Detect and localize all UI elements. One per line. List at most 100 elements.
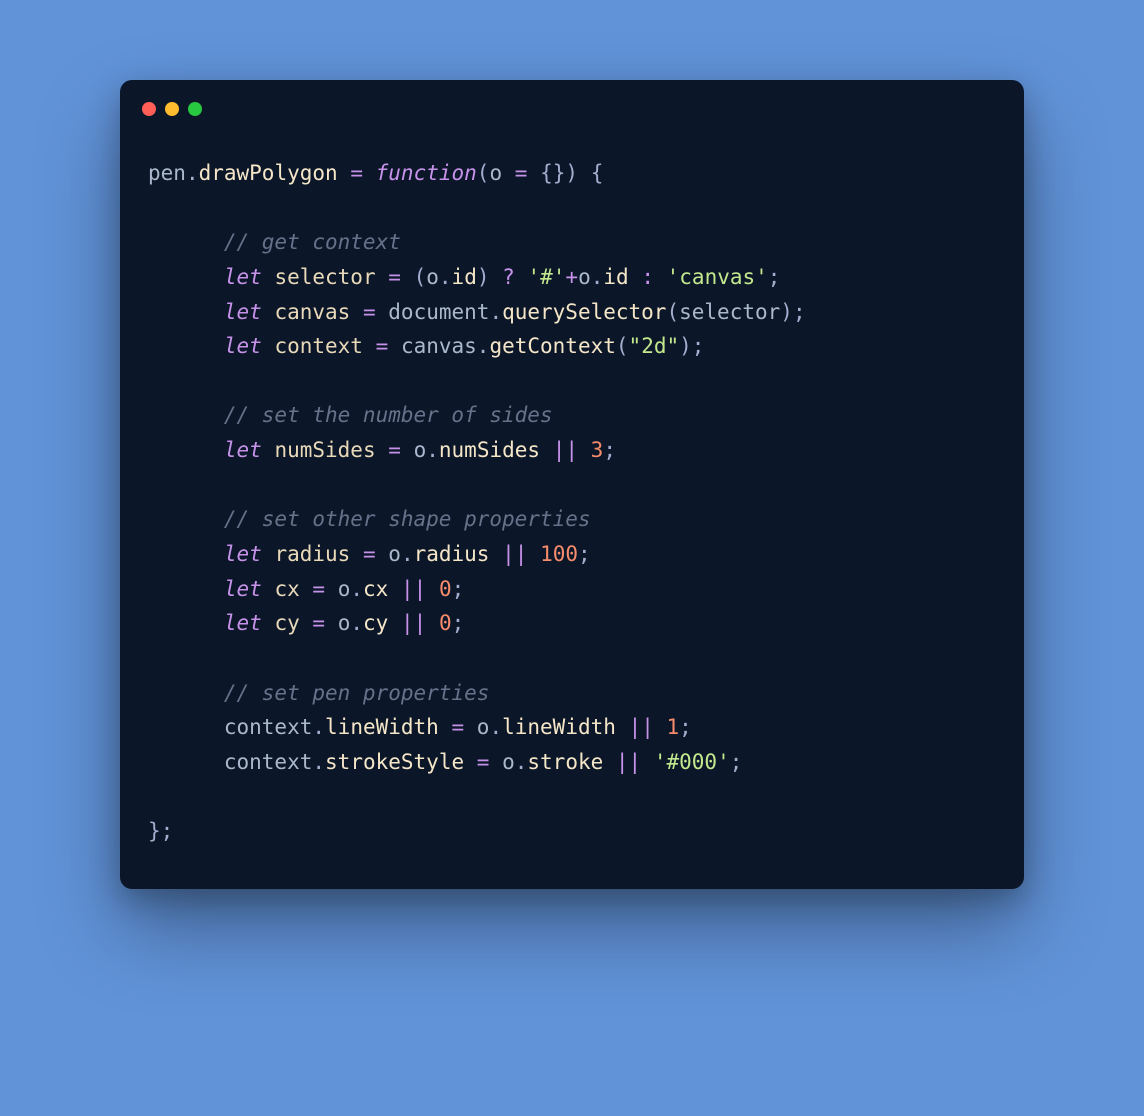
code-token: [603, 750, 616, 774]
code-token: let: [224, 577, 262, 601]
code-token: ?: [502, 265, 515, 289]
code-token: 'canvas': [667, 265, 768, 289]
code-token: context: [274, 334, 363, 358]
code-token: [262, 438, 275, 462]
code-token: cy: [363, 611, 388, 635]
code-token: radius: [414, 542, 490, 566]
code-token: [502, 161, 515, 185]
code-token: ): [477, 265, 490, 289]
code-token: stroke: [527, 750, 603, 774]
code-token: o: [489, 161, 502, 185]
code-token: [578, 161, 591, 185]
close-icon[interactable]: [142, 102, 156, 116]
code-token: =: [388, 265, 401, 289]
code-token: pen: [148, 161, 186, 185]
code-token: [616, 715, 629, 739]
code-token: [489, 750, 502, 774]
code-token: let: [224, 438, 262, 462]
code-token: [439, 715, 452, 739]
code-token: ;: [793, 300, 806, 324]
code-token: =: [312, 611, 325, 635]
code-comment: // set the number of sides: [224, 403, 553, 427]
zoom-icon[interactable]: [188, 102, 202, 116]
code-token: [401, 265, 414, 289]
code-token: let: [224, 265, 262, 289]
code-token: [300, 611, 313, 635]
code-comment: // get context: [224, 230, 401, 254]
code-token: let: [224, 300, 262, 324]
code-token: let: [224, 334, 262, 358]
code-token: [376, 438, 389, 462]
code-token: (: [666, 300, 679, 324]
code-comment: // set other shape properties: [224, 507, 591, 531]
code-token: selector: [274, 265, 375, 289]
code-token: [262, 611, 275, 635]
code-token: ;: [452, 611, 465, 635]
code-token: [515, 265, 528, 289]
code-token: ;: [730, 750, 743, 774]
code-token: ||: [553, 438, 578, 462]
code-token: .: [401, 542, 414, 566]
code-token: cx: [274, 577, 299, 601]
code-token: drawPolygon: [199, 161, 338, 185]
code-token: =: [515, 161, 528, 185]
code-token: [578, 438, 591, 462]
code-token: o: [338, 577, 351, 601]
code-token: "2d": [629, 334, 680, 358]
code-token: [388, 577, 401, 601]
code-token: (: [616, 334, 629, 358]
code-editor[interactable]: pen.drawPolygon = function(o = {}) { // …: [120, 116, 1024, 849]
code-token: =: [376, 334, 389, 358]
code-token: (: [414, 265, 427, 289]
code-token: ||: [401, 611, 426, 635]
code-token: [363, 161, 376, 185]
code-token: [464, 750, 477, 774]
code-token: selector: [679, 300, 780, 324]
code-token: ;: [692, 334, 705, 358]
code-token: numSides: [439, 438, 540, 462]
code-token: o: [502, 750, 515, 774]
code-token: ||: [629, 715, 654, 739]
code-token: o: [414, 438, 427, 462]
code-token: [464, 715, 477, 739]
code-token: .: [312, 750, 325, 774]
code-token: =: [388, 438, 401, 462]
code-token: let: [224, 542, 262, 566]
code-token: [629, 265, 642, 289]
code-token: cx: [363, 577, 388, 601]
code-token: 0: [439, 611, 452, 635]
code-token: [489, 542, 502, 566]
code-token: [350, 300, 363, 324]
code-token: getContext: [489, 334, 615, 358]
code-comment: // set pen properties: [224, 681, 490, 705]
code-token: canvas: [274, 300, 350, 324]
code-token: [641, 750, 654, 774]
code-token: [426, 577, 439, 601]
code-token: [338, 161, 351, 185]
code-token: lineWidth: [502, 715, 616, 739]
code-token: [376, 300, 389, 324]
code-token: [262, 577, 275, 601]
code-token: .: [591, 265, 604, 289]
code-token: id: [452, 265, 477, 289]
code-token: ||: [502, 542, 527, 566]
code-token: [350, 542, 363, 566]
code-token: [262, 265, 275, 289]
code-token: .: [489, 715, 502, 739]
minimize-icon[interactable]: [165, 102, 179, 116]
code-token: [527, 161, 540, 185]
code-token: =: [363, 300, 376, 324]
code-token: ;: [161, 819, 174, 843]
code-token: ||: [401, 577, 426, 601]
code-token: [325, 611, 338, 635]
code-token: ||: [616, 750, 641, 774]
code-token: .: [477, 334, 490, 358]
code-token: [490, 265, 503, 289]
code-token: [388, 334, 401, 358]
code-token: .: [186, 161, 199, 185]
code-token: [376, 265, 389, 289]
code-token: 100: [540, 542, 578, 566]
code-token: ): [679, 334, 692, 358]
code-token: .: [515, 750, 528, 774]
code-token: ;: [603, 438, 616, 462]
